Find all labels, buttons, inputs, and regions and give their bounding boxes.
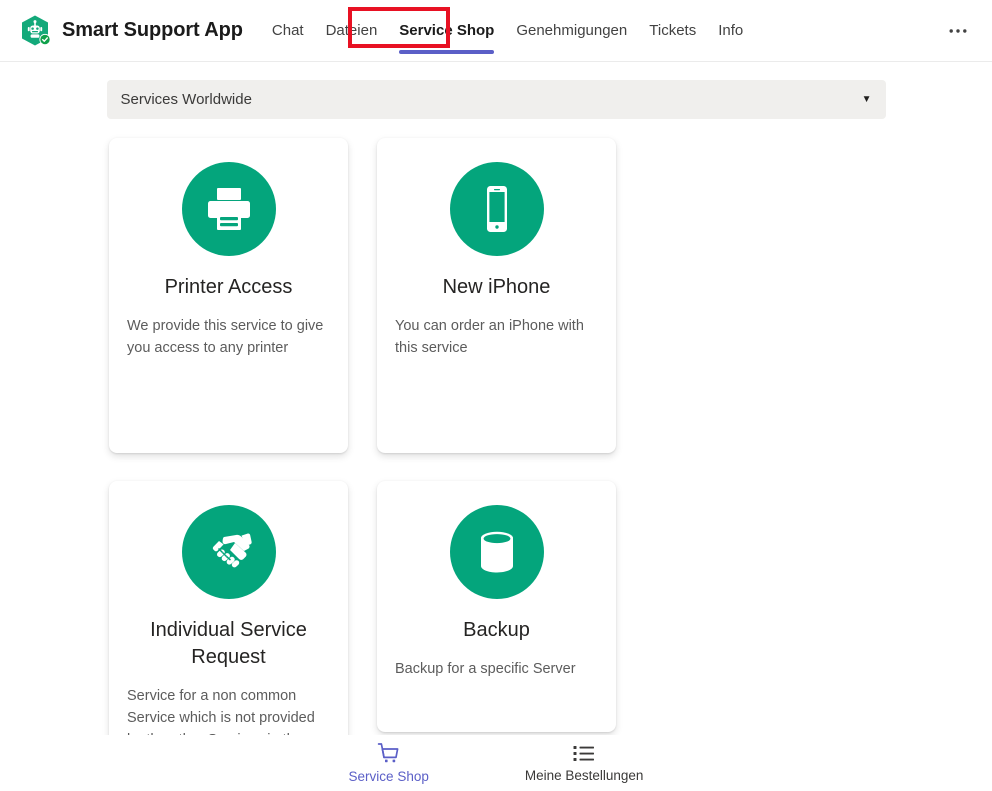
list-icon	[573, 746, 595, 761]
app-header: Smart Support App Chat Dateien Service S…	[0, 0, 992, 62]
handshake-glyph	[212, 533, 252, 568]
printer-icon	[181, 162, 276, 256]
active-tab-indicator	[399, 49, 495, 54]
tab-chat[interactable]: Chat	[261, 0, 315, 62]
app-logo	[18, 14, 52, 48]
service-card-description: You can order an iPhone with this servic…	[395, 318, 584, 356]
tab-service-shop[interactable]: Service Shop	[388, 0, 505, 62]
service-card-backup[interactable]: Backup Backup for a specific Server	[377, 481, 616, 732]
tab-tickets-label: Tickets	[649, 22, 697, 39]
smartphone-glyph	[486, 186, 507, 232]
app-title: Smart Support App	[62, 19, 243, 41]
bottom-navigation-bar: Service Shop Meine Bestellungen	[0, 735, 992, 791]
service-card-title: Printer Access	[164, 276, 293, 298]
more-horizontal-icon[interactable]	[942, 15, 974, 47]
tab-genehmigungen-label: Genehmigungen	[516, 22, 628, 39]
tab-chat-label: Chat	[271, 22, 304, 39]
service-card-new-iphone[interactable]: New iPhone You can order an iPhone with …	[377, 138, 616, 453]
service-card-printer-access[interactable]: Printer Access We provide this service t…	[109, 138, 348, 453]
service-card-description: Backup for a specific Server	[395, 661, 576, 677]
bottom-nav-meine-bestellungen[interactable]: Meine Bestellungen	[524, 743, 644, 783]
chevron-down-icon: ▼	[861, 93, 872, 105]
services-scope-value: Services Worldwide	[120, 91, 252, 108]
tab-genehmigungen[interactable]: Genehmigungen	[505, 0, 638, 62]
tab-tickets[interactable]: Tickets	[638, 0, 707, 62]
printer-glyph	[207, 188, 250, 230]
database-icon	[449, 505, 544, 599]
service-shop-page: Services Worldwide ▼ Printer Access We p…	[0, 62, 992, 791]
bottom-nav-meine-bestellungen-label: Meine Bestellungen	[524, 768, 644, 783]
database-cylinder-glyph	[480, 531, 513, 573]
service-card-description: We provide this service to give you acce…	[127, 318, 324, 356]
main-tab-bar: Chat Dateien Service Shop Genehmigungen …	[261, 0, 754, 62]
tab-dateien[interactable]: Dateien	[315, 0, 389, 62]
smartphone-icon	[449, 162, 544, 256]
service-card-title: Backup	[463, 619, 530, 641]
tab-dateien-label: Dateien	[325, 22, 378, 39]
tab-info[interactable]: Info	[707, 0, 754, 62]
service-card-title: Individual Service Request	[150, 619, 307, 668]
bottom-nav-service-shop[interactable]: Service Shop	[349, 742, 429, 784]
services-scope-dropdown[interactable]: Services Worldwide ▼	[106, 80, 886, 119]
tab-service-shop-label: Service Shop	[399, 22, 495, 39]
bottom-nav-service-shop-label: Service Shop	[348, 769, 429, 784]
tab-info-label: Info	[718, 22, 744, 39]
handshake-icon	[181, 505, 276, 599]
shopping-cart-icon	[377, 743, 399, 763]
service-card-title: New iPhone	[442, 276, 551, 298]
more-dots-glyph	[949, 28, 967, 33]
service-card-grid: Printer Access We provide this service t…	[109, 138, 883, 791]
robot-hexagon-logo-icon	[22, 15, 51, 45]
